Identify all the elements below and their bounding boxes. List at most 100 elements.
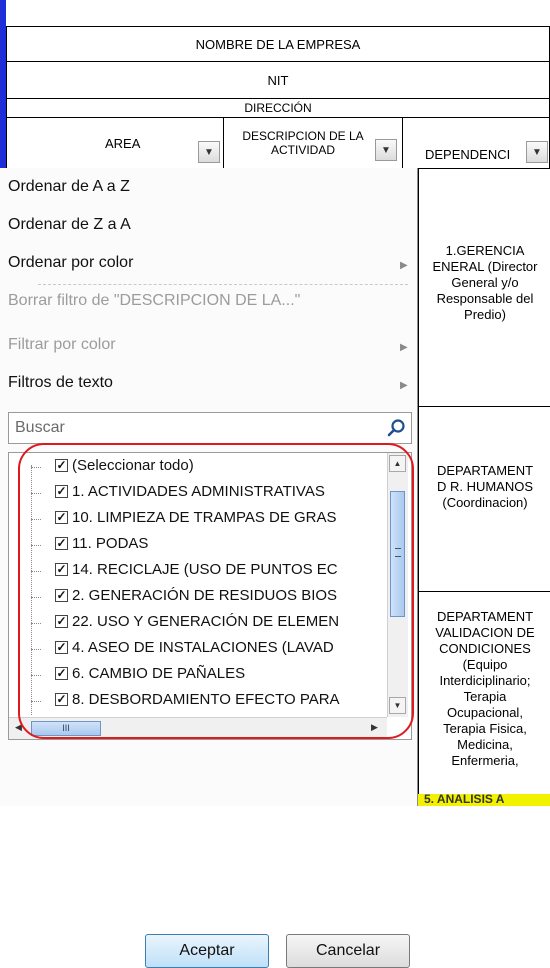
dep-line: CONDICIONES bbox=[439, 641, 531, 656]
search-icon[interactable] bbox=[385, 417, 407, 439]
checkbox-checked[interactable]: ✓ bbox=[55, 693, 68, 706]
menu-separator bbox=[38, 284, 408, 285]
highlighted-cell-text: 5. ANALISIS A bbox=[424, 792, 505, 806]
horizontal-scrollbar[interactable]: ◀ III ▶ bbox=[9, 717, 387, 739]
dep-line: Predio) bbox=[464, 307, 506, 322]
list-item[interactable]: ✓ 2. GENERACIÓN DE RESIDUOS BIOS bbox=[9, 585, 379, 609]
dep-line: DEPARTAMENT bbox=[436, 609, 534, 624]
search-input[interactable]: Buscar bbox=[8, 412, 412, 444]
cancel-button[interactable]: Cancelar bbox=[286, 934, 410, 968]
sort-a-to-z-item[interactable]: Ordenar de A a Z bbox=[8, 178, 130, 196]
tree-connector bbox=[31, 571, 41, 572]
list-item[interactable]: ✓ 22. USO Y GENERACIÓN DE ELEMEN bbox=[9, 611, 379, 635]
scroll-left-icon[interactable]: ◀ bbox=[15, 722, 22, 733]
sort-z-to-a-item[interactable]: Ordenar de Z a A bbox=[8, 216, 131, 234]
highlighted-cell[interactable]: 5. ANALISIS A bbox=[418, 792, 550, 806]
dependency-cell-rrhh[interactable]: DEPARTAMENT D R. HUMANOS (Coordinacion) bbox=[419, 463, 550, 511]
submenu-arrow-icon: ▶ bbox=[400, 380, 408, 391]
vertical-scroll-thumb[interactable] bbox=[390, 491, 405, 617]
list-item[interactable]: ✓ 1. ACTIVIDADES ADMINISTRATIVAS bbox=[9, 481, 379, 505]
list-item[interactable]: ✓ 11. PODAS bbox=[9, 533, 379, 557]
list-item-label: 2. GENERACIÓN DE RESIDUOS BIOS bbox=[72, 587, 338, 604]
activity-filter-active-icon[interactable]: ▼ bbox=[375, 139, 397, 161]
clear-filter-item[interactable]: Borrar filtro de "DESCRIPCION DE LA..." bbox=[8, 292, 300, 310]
scroll-right-icon[interactable]: ▶ bbox=[371, 722, 378, 733]
sort-by-color-item[interactable]: Ordenar por color bbox=[8, 254, 133, 272]
company-name-cell[interactable]: NOMBRE DE LA EMPRESA bbox=[6, 26, 550, 62]
text-filters-item[interactable]: Filtros de texto bbox=[8, 374, 113, 392]
dep-line: Interdiciplinario; bbox=[439, 673, 531, 688]
list-item-label: 4. ASEO DE INSTALACIONES (LAVAD bbox=[72, 639, 334, 656]
tree-connector bbox=[31, 519, 41, 520]
nit-text: NIT bbox=[267, 72, 289, 88]
checkbox-checked[interactable]: ✓ bbox=[55, 589, 68, 602]
list-item-label: (Seleccionar todo) bbox=[72, 457, 194, 474]
filter-values-list[interactable]: ✓ (Seleccionar todo) ✓ 1. ACTIVIDADES ADMI… bbox=[8, 452, 412, 740]
dep-line: VALIDACION DE bbox=[435, 625, 535, 640]
checkbox-checked[interactable]: ✓ bbox=[55, 485, 68, 498]
accept-button[interactable]: Aceptar bbox=[145, 934, 269, 968]
tree-connector bbox=[31, 623, 41, 624]
area-header-label: AREA bbox=[105, 135, 141, 151]
scroll-up-icon[interactable]: ▲ bbox=[389, 455, 406, 472]
vertical-scrollbar[interactable]: ▲ ▼ bbox=[387, 453, 408, 717]
list-item[interactable]: ✓ 10. LIMPIEZA DE TRAMPAS DE GRAS bbox=[9, 507, 379, 531]
activity-header-label-line1: DESCRIPCION DE LA bbox=[242, 129, 364, 143]
tree-connector bbox=[31, 467, 41, 468]
list-item-label: 8. DESBORDAMIENTO EFECTO PARA bbox=[72, 691, 340, 708]
row-divider bbox=[418, 591, 550, 592]
grip-icon: III bbox=[62, 723, 70, 733]
checkbox-checked[interactable]: ✓ bbox=[55, 667, 68, 680]
list-item[interactable]: ✓ 4. ASEO DE INSTALACIONES (LAVAD bbox=[9, 637, 379, 661]
list-item-label: 1. ACTIVIDADES ADMINISTRATIVAS bbox=[72, 483, 325, 500]
checkbox-checked[interactable]: ✓ bbox=[55, 641, 68, 654]
tree-connector bbox=[31, 675, 41, 676]
scroll-down-icon[interactable]: ▼ bbox=[389, 697, 406, 714]
submenu-arrow-icon: ▶ bbox=[400, 342, 408, 353]
dependency-column: 1.GERENCIA ENERAL (Director General y/o … bbox=[418, 169, 550, 806]
nit-cell[interactable]: NIT bbox=[6, 61, 550, 99]
dependency-filter-dropdown-icon[interactable]: ▼ bbox=[526, 141, 548, 163]
tree-connector bbox=[31, 597, 41, 598]
grip-icon bbox=[395, 548, 401, 557]
submenu-arrow-icon: ▶ bbox=[400, 260, 408, 271]
tree-connector bbox=[31, 649, 41, 650]
area-header-cell[interactable]: AREA bbox=[6, 117, 224, 169]
dep-line: (Equipo bbox=[462, 657, 508, 672]
list-item-label: 6. CAMBIO DE PAÑALES bbox=[72, 665, 246, 682]
dep-line: General y/o bbox=[451, 275, 519, 290]
list-item[interactable]: ✓ 14. RECICLAJE (USO DE PUNTOS EC bbox=[9, 559, 379, 583]
dep-line: Enfermeria, bbox=[451, 753, 519, 768]
list-item[interactable]: ✓ (Seleccionar todo) bbox=[9, 455, 379, 479]
accept-button-label: Aceptar bbox=[179, 942, 235, 959]
checkbox-checked[interactable]: ✓ bbox=[55, 615, 68, 628]
checkbox-checked[interactable]: ✓ bbox=[55, 459, 68, 472]
list-item[interactable]: ✓ 6. CAMBIO DE PAÑALES bbox=[9, 663, 379, 687]
company-name-text: NOMBRE DE LA EMPRESA bbox=[195, 36, 361, 52]
tree-connector bbox=[31, 701, 41, 702]
area-filter-dropdown-icon[interactable]: ▼ bbox=[198, 141, 220, 163]
cancel-button-label: Cancelar bbox=[315, 942, 381, 959]
horizontal-scroll-thumb[interactable]: III bbox=[31, 721, 101, 736]
checkbox-checked[interactable]: ✓ bbox=[55, 511, 68, 524]
list-item-label: 11. PODAS bbox=[72, 535, 149, 552]
activity-header-label-line2: ACTIVIDAD bbox=[270, 143, 335, 157]
dep-line: Medicina, bbox=[457, 737, 513, 752]
tree-connector bbox=[31, 545, 41, 546]
filter-by-color-item[interactable]: Filtrar por color bbox=[8, 336, 116, 354]
checkbox-checked[interactable]: ✓ bbox=[55, 563, 68, 576]
dep-line: Terapia bbox=[463, 689, 507, 704]
list-item-label: 10. LIMPIEZA DE TRAMPAS DE GRAS bbox=[72, 509, 337, 526]
list-item-label: 14. RECICLAJE (USO DE PUNTOS EC bbox=[72, 561, 338, 578]
address-cell[interactable]: DIRECCIÓN bbox=[6, 98, 550, 118]
dependency-cell-validacion[interactable]: DEPARTAMENT VALIDACION DE CONDICIONES (E… bbox=[419, 609, 550, 769]
dependency-cell-gerencia[interactable]: 1.GERENCIA ENERAL (Director General y/o … bbox=[419, 243, 550, 323]
dep-line: Terapia Fisica, bbox=[443, 721, 527, 736]
checkbox-checked[interactable]: ✓ bbox=[55, 537, 68, 550]
dep-line: 1.GERENCIA bbox=[445, 243, 525, 258]
dep-line: Responsable del bbox=[436, 291, 534, 306]
search-placeholder: Buscar bbox=[15, 419, 65, 436]
dependency-header-label: DEPENDENCI bbox=[425, 146, 511, 162]
list-item[interactable]: ✓ 8. DESBORDAMIENTO EFECTO PARA bbox=[9, 689, 379, 715]
dep-line: DEPARTAMENT bbox=[436, 463, 534, 478]
